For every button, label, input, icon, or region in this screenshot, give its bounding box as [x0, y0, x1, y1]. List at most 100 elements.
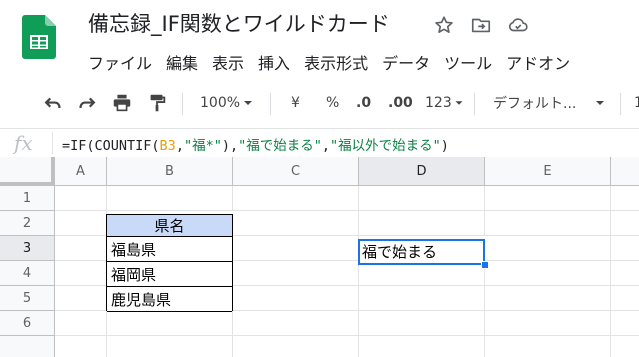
- cloud-status-icon[interactable]: [507, 14, 529, 36]
- decrease-decimal-button[interactable]: .0: [356, 88, 371, 118]
- cell-c3[interactable]: [233, 236, 359, 261]
- more-formats-select[interactable]: 123: [425, 88, 466, 118]
- cell-f3[interactable]: [611, 236, 639, 261]
- cell-a1[interactable]: [55, 186, 107, 211]
- cell-b4[interactable]: 福岡県: [106, 261, 233, 287]
- cell-d3[interactable]: 福で始まる: [358, 239, 485, 265]
- more-formats-label: 123: [425, 95, 452, 111]
- cell-e6[interactable]: [485, 311, 611, 336]
- zoom-value: 100%: [200, 95, 241, 111]
- cell-e7[interactable]: [485, 336, 611, 357]
- menu-file[interactable]: ファイル: [88, 50, 152, 74]
- cell-c6[interactable]: [233, 311, 359, 336]
- cell-b2[interactable]: 県名: [106, 214, 233, 237]
- cell-e4[interactable]: [485, 261, 611, 286]
- row-header-1[interactable]: 1: [0, 186, 55, 211]
- column-header-b[interactable]: B: [107, 157, 233, 186]
- menu-edit[interactable]: 編集: [166, 50, 198, 74]
- cell-c7[interactable]: [233, 336, 359, 357]
- menu-view[interactable]: 表示: [212, 50, 244, 74]
- font-family-select[interactable]: デフォルト...: [493, 88, 608, 118]
- row-header-5[interactable]: 5: [0, 286, 55, 311]
- print-icon[interactable]: [111, 88, 133, 118]
- paint-format-icon[interactable]: [146, 88, 168, 118]
- cell-b3[interactable]: 福島県: [106, 236, 233, 262]
- cell-b1[interactable]: [107, 186, 233, 211]
- formula-token: "福で始まる": [238, 138, 322, 154]
- cell-a5[interactable]: [55, 286, 107, 311]
- formula-token: ): [440, 138, 449, 154]
- cell-c1[interactable]: [233, 186, 359, 211]
- column-header-d[interactable]: D: [359, 157, 485, 186]
- cell-f6[interactable]: [611, 311, 639, 336]
- select-all-corner[interactable]: [0, 157, 55, 186]
- cell-b7[interactable]: [107, 336, 233, 357]
- cell-d6[interactable]: [359, 311, 485, 336]
- menu-tools[interactable]: ツール: [444, 50, 492, 74]
- row-header-6[interactable]: 6: [0, 311, 55, 336]
- menu-format[interactable]: 表示形式: [304, 50, 368, 74]
- move-folder-icon[interactable]: [470, 14, 492, 36]
- cell-a6[interactable]: [55, 311, 107, 336]
- cell-d2[interactable]: [359, 211, 485, 236]
- cell-f7[interactable]: [611, 336, 639, 357]
- cell-a3[interactable]: [55, 236, 107, 261]
- cell-b5[interactable]: 鹿児島県: [106, 286, 233, 312]
- cell-d1[interactable]: [359, 186, 485, 211]
- formula-token: =IF(COUNTIF(: [62, 138, 160, 154]
- cell-c5[interactable]: [233, 286, 359, 311]
- column-header-e[interactable]: E: [485, 157, 611, 186]
- undo-icon[interactable]: [42, 88, 64, 118]
- star-icon[interactable]: [433, 14, 455, 36]
- cell-d7[interactable]: [359, 336, 485, 357]
- formula-token: ,: [175, 138, 184, 154]
- row-header-2[interactable]: 2: [0, 211, 55, 236]
- formula-token: B3: [159, 138, 176, 154]
- formula-token: ),: [221, 138, 239, 154]
- column-header-a[interactable]: A: [55, 157, 107, 186]
- cell-a2[interactable]: [55, 211, 107, 236]
- cell-e3[interactable]: [485, 236, 611, 261]
- document-title[interactable]: 備忘録_IF関数とワイルドカード: [88, 8, 390, 38]
- cell-e5[interactable]: [485, 286, 611, 311]
- chevron-down-icon: [596, 101, 605, 105]
- cell-e1[interactable]: [485, 186, 611, 211]
- fill-handle[interactable]: [481, 261, 489, 269]
- chevron-down-icon: [455, 101, 463, 105]
- sheets-logo-icon[interactable]: [22, 15, 56, 59]
- cell-a4[interactable]: [55, 261, 107, 286]
- spreadsheet-grid: A B C D E 1 2 3 4 5 6 県名 福島県 福で始まる 福岡県 鹿…: [0, 157, 639, 357]
- redo-icon[interactable]: [76, 88, 98, 118]
- cell-c4[interactable]: [233, 261, 359, 286]
- row-header-3[interactable]: 3: [0, 236, 55, 261]
- increase-decimal-button[interactable]: .00: [388, 88, 413, 118]
- row-header-7[interactable]: [0, 336, 55, 357]
- menu-insert[interactable]: 挿入: [258, 50, 290, 74]
- cell-c2[interactable]: [233, 211, 359, 236]
- row-header-4[interactable]: 4: [0, 261, 55, 286]
- font-size-input[interactable]: 1: [634, 88, 639, 118]
- cell-e2[interactable]: [485, 211, 611, 236]
- font-family-value: デフォルト...: [493, 96, 577, 112]
- cell-d5[interactable]: [359, 286, 485, 311]
- toolbar: 100% ¥ % .0 .00 123 デフォルト... 1: [0, 88, 639, 118]
- cell-f2[interactable]: [611, 211, 639, 236]
- formula-token: "福以外で始まる": [330, 138, 441, 154]
- menu-addons[interactable]: アドオン: [506, 50, 570, 74]
- chevron-down-icon: [244, 101, 253, 105]
- column-header-f[interactable]: [611, 157, 639, 186]
- decrease-decimal-label: .0: [356, 95, 372, 111]
- function-icon: fx: [14, 131, 33, 155]
- formula-input[interactable]: =IF(COUNTIF(B3,"福*"),"福で始まる","福以外で始まる"): [62, 134, 449, 154]
- cell-a7[interactable]: [55, 336, 107, 357]
- formula-token: ,: [321, 138, 331, 154]
- cell-b6[interactable]: [107, 311, 233, 336]
- column-header-c[interactable]: C: [233, 157, 359, 186]
- currency-button[interactable]: ¥: [291, 88, 300, 118]
- cell-f1[interactable]: [611, 186, 639, 211]
- zoom-select[interactable]: 100%: [200, 88, 256, 118]
- cell-f4[interactable]: [611, 261, 639, 286]
- menu-data[interactable]: データ: [382, 50, 430, 74]
- percent-button[interactable]: %: [326, 88, 339, 118]
- cell-f5[interactable]: [611, 286, 639, 311]
